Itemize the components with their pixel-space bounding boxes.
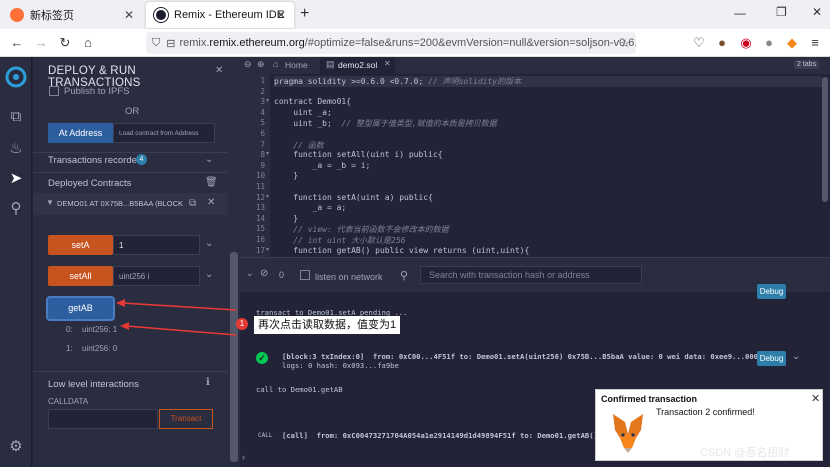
notification-title: Confirmed transaction (601, 394, 698, 404)
arrow-to-getab (121, 302, 237, 311)
close-icon[interactable]: ✕ (811, 392, 820, 405)
metamask-fox-icon (613, 414, 643, 453)
notification-message: Transaction 2 confirmed! (656, 407, 755, 417)
annotation-badge: 1 (236, 318, 248, 330)
annotation-text: 再次点击读取数据，值变为1 (254, 316, 401, 334)
watermark: CSDN @吾名招财 (700, 447, 790, 459)
arrow-to-output (125, 325, 237, 336)
arrowhead-icon (116, 299, 125, 307)
arrowhead-icon (120, 322, 129, 330)
